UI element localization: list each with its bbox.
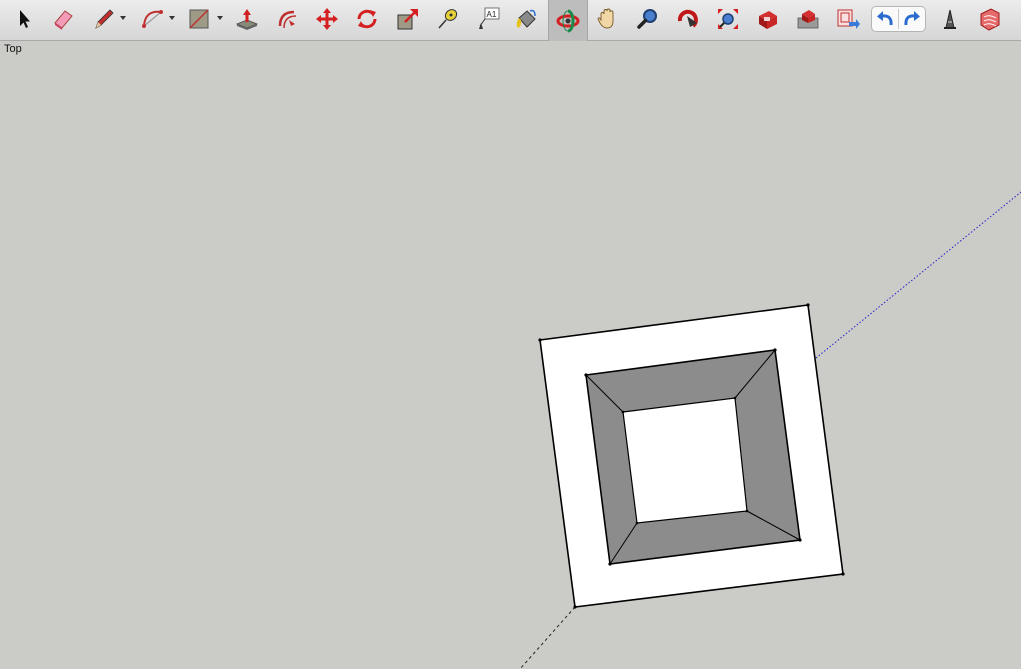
blue-axis-line <box>815 191 1021 359</box>
inner-face[interactable] <box>622 397 748 524</box>
model-scene <box>519 191 1021 669</box>
green-axis-line <box>519 606 576 669</box>
